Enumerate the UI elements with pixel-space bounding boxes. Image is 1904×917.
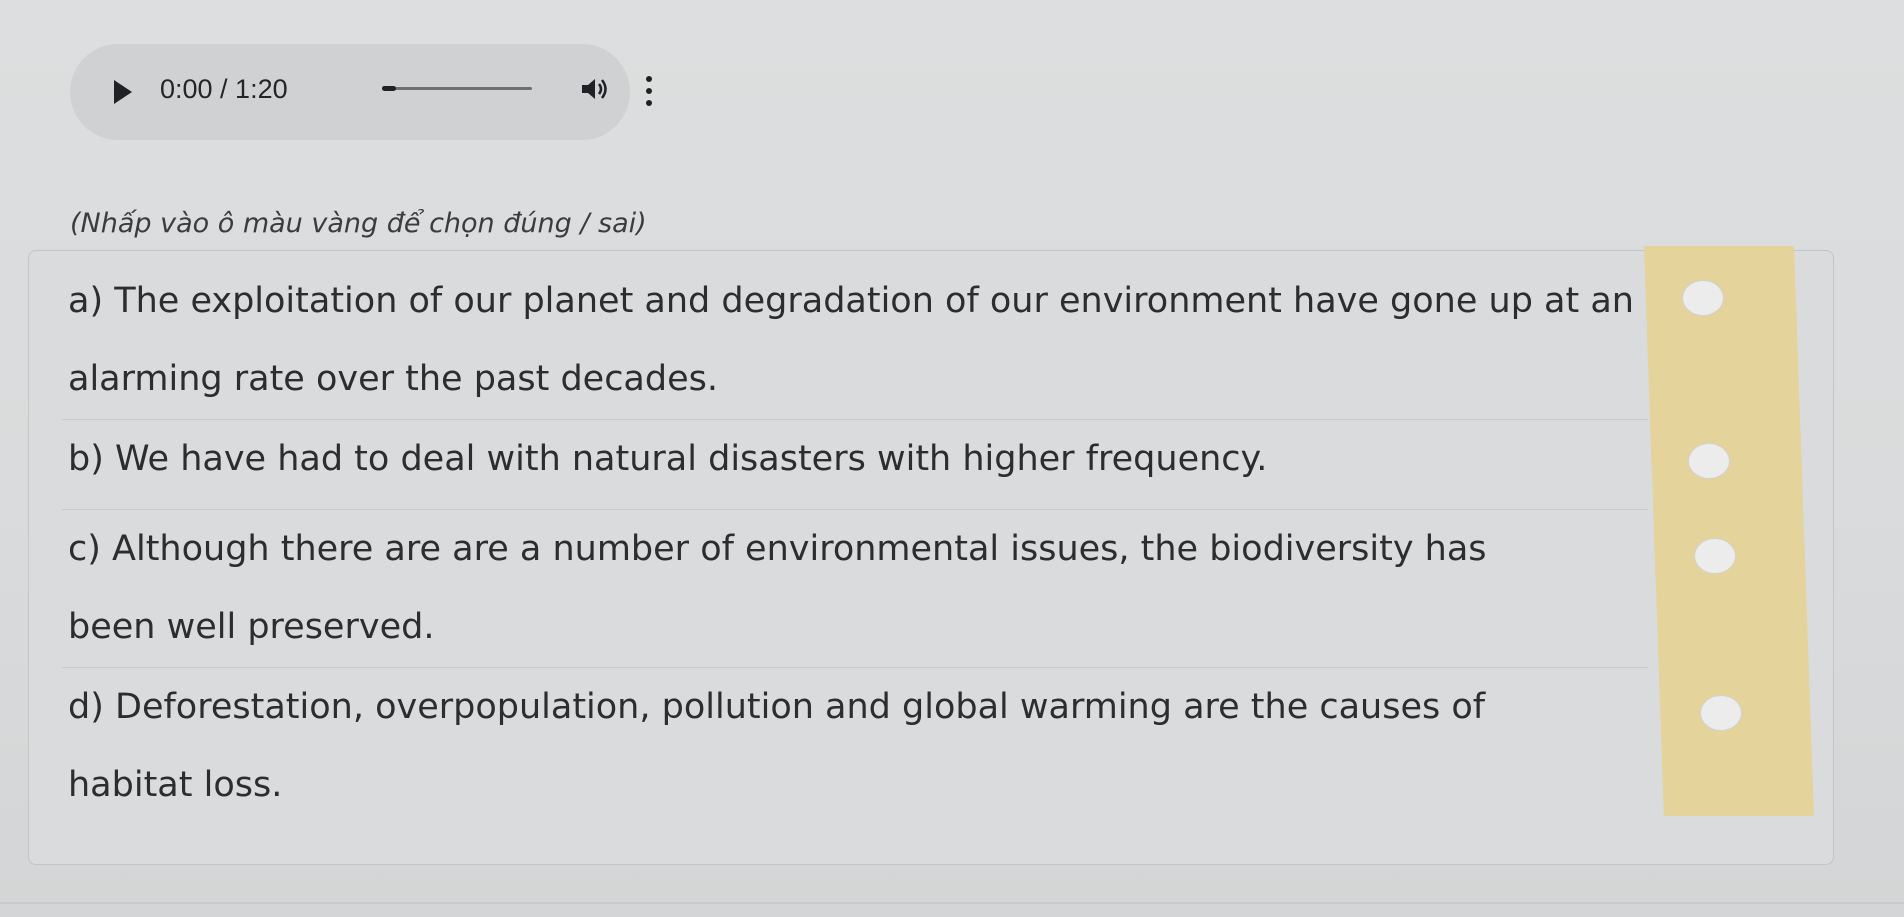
time-display: 0:00 / 1:20 xyxy=(160,74,288,104)
instruction-text: (Nhấp vào ô màu vàng để chọn đúng / sai) xyxy=(70,208,647,239)
choice-circle-b[interactable] xyxy=(1688,443,1730,479)
statement-text-c: c) Although there are are a number of en… xyxy=(68,529,1487,647)
statement-text-a: a) The exploitation of our planet and de… xyxy=(68,281,1634,399)
statement-text-d: d) Deforestation, overpopulation, pollut… xyxy=(68,687,1486,805)
more-vertical-icon[interactable] xyxy=(642,74,656,108)
statement-row-b: b) We have had to deal with natural disa… xyxy=(62,420,1648,510)
play-icon[interactable] xyxy=(114,80,132,104)
choice-circle-c[interactable] xyxy=(1694,538,1736,574)
statement-text-b: b) We have had to deal with natural disa… xyxy=(68,439,1268,479)
answer-column[interactable] xyxy=(1644,246,1814,816)
choice-circle-d[interactable] xyxy=(1700,695,1742,731)
page-divider xyxy=(0,902,1904,904)
audio-progress-bar[interactable] xyxy=(382,86,532,91)
statement-row-c: c) Although there are are a number of en… xyxy=(62,510,1648,668)
volume-icon[interactable] xyxy=(578,72,612,106)
statement-row-a: a) The exploitation of our planet and de… xyxy=(62,262,1648,420)
audio-progress-fill xyxy=(382,86,396,91)
audio-player: 0:00 / 1:20 xyxy=(70,44,652,140)
statement-row-d: d) Deforestation, overpopulation, pollut… xyxy=(68,668,1648,826)
choice-circle-a[interactable] xyxy=(1682,280,1724,316)
